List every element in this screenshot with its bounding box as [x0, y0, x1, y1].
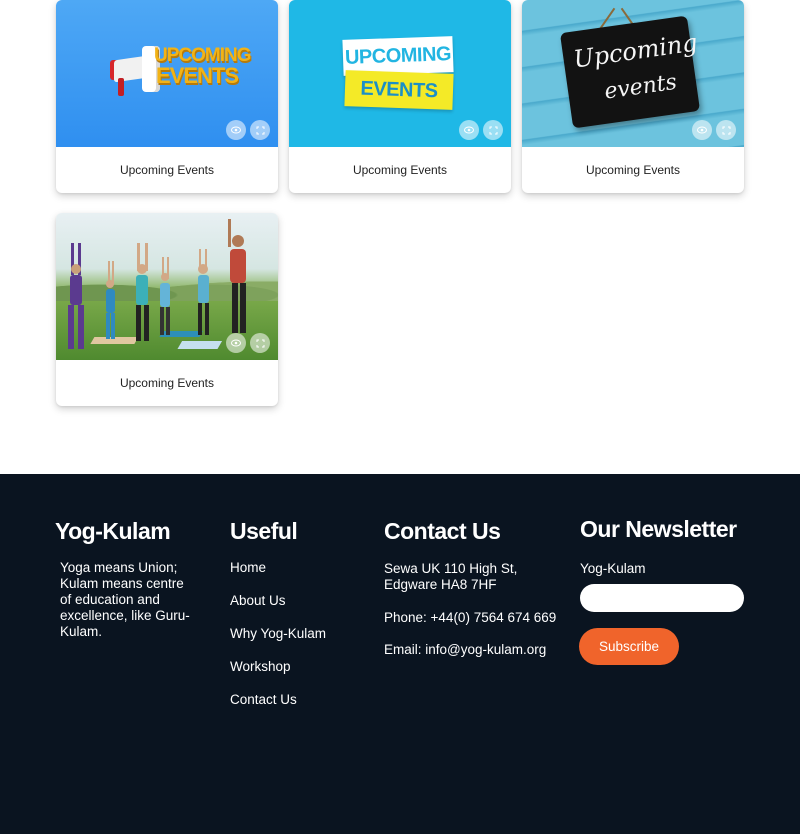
gallery-image[interactable]: Upcoming events [522, 0, 744, 147]
expand-icon[interactable] [250, 333, 270, 353]
contact-email[interactable]: Email: info@yog-kulam.org [384, 642, 546, 658]
image-text: Upcoming [571, 28, 700, 74]
footer-link-why[interactable]: Why Yog-Kulam [230, 626, 326, 641]
card-caption: Upcoming Events [585, 163, 681, 177]
image-text: UPCOMING [344, 42, 452, 69]
gallery-image[interactable]: UPCOMING EVENTS [56, 0, 278, 147]
chalkboard-sign: Upcoming events [559, 15, 701, 129]
expand-icon[interactable] [250, 120, 270, 140]
footer-newsletter-title: Our Newsletter [580, 516, 737, 542]
footer-useful-links: Home About Us Why Yog-Kulam Workshop Con… [230, 560, 326, 725]
card-caption: Upcoming Events [119, 163, 215, 177]
footer-link-contact[interactable]: Contact Us [230, 692, 297, 707]
contact-address: Sewa UK 110 High St, Edgware HA8 7HF [384, 561, 518, 592]
expand-icon[interactable] [716, 120, 736, 140]
footer-brand-title: Yog-Kulam [55, 518, 171, 544]
gallery-card[interactable]: UPCOMING EVENTS Upcoming Events [289, 0, 511, 193]
footer-link-workshop[interactable]: Workshop [230, 659, 291, 674]
footer-contact-title: Contact Us [384, 518, 501, 544]
contact-phone[interactable]: Phone: +44(0) 7564 674 669 [384, 610, 556, 626]
image-text: events [602, 69, 679, 105]
eye-icon[interactable] [226, 120, 246, 140]
subscribe-button[interactable]: Subscribe [579, 628, 679, 665]
footer-useful-title: Useful [230, 518, 298, 544]
card-caption: Upcoming Events [352, 163, 448, 177]
footer-link-home[interactable]: Home [230, 560, 266, 575]
site-footer: Yog-Kulam Yoga means Union; Kulam means … [0, 474, 800, 834]
footer-link-about[interactable]: About Us [230, 593, 286, 608]
gallery-card[interactable]: Upcoming Events [56, 213, 278, 406]
card-caption: Upcoming Events [119, 376, 215, 390]
image-text: UPCOMING EVENTS [154, 45, 251, 88]
expand-icon[interactable] [483, 120, 503, 140]
image-text: EVENTS [360, 77, 438, 102]
eye-icon[interactable] [226, 333, 246, 353]
eye-icon[interactable] [692, 120, 712, 140]
footer-about-text: Yoga means Union; Kulam means centre of … [60, 560, 190, 639]
newsletter-label: Yog-Kulam [580, 561, 646, 576]
footer-link-item: Workshop [230, 659, 326, 692]
footer-link-item: Home [230, 560, 326, 593]
footer-contact-info: Sewa UK 110 High St, Edgware HA8 7HF Pho… [384, 561, 574, 657]
gallery-card[interactable]: Upcoming events Upcoming Events [522, 0, 744, 193]
footer-link-item: About Us [230, 593, 326, 626]
gallery-card[interactable]: UPCOMING EVENTS Upcoming Events [56, 0, 278, 193]
footer-link-item: Why Yog-Kulam [230, 626, 326, 659]
event-gallery: UPCOMING EVENTS Upcoming Events UPCOMING… [56, 0, 744, 474]
eye-icon[interactable] [459, 120, 479, 140]
gallery-image[interactable] [56, 213, 278, 360]
gallery-image[interactable]: UPCOMING EVENTS [289, 0, 511, 147]
newsletter-email-input[interactable] [580, 584, 744, 612]
footer-link-item: Contact Us [230, 692, 326, 725]
